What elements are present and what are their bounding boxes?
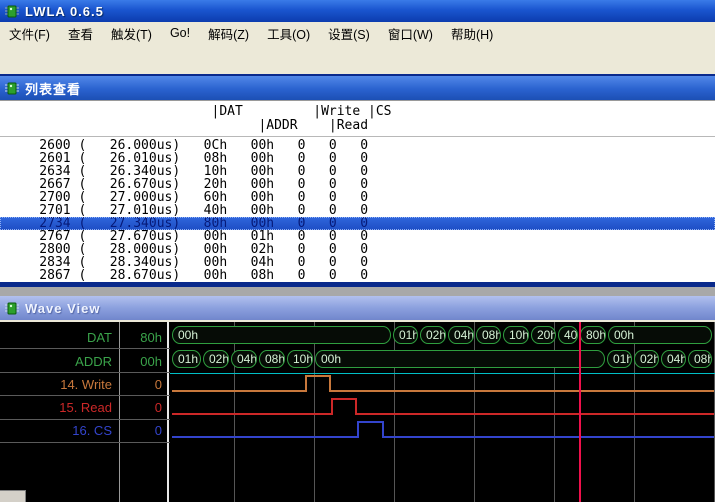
time-cursor[interactable] xyxy=(579,322,581,502)
bus-segment: 08h xyxy=(259,350,285,368)
bus-segment: 01h xyxy=(172,350,201,368)
bus-segment: 10h xyxy=(287,350,313,368)
bus-segment: 00h xyxy=(608,326,712,344)
wave-channel-value: 0 xyxy=(122,400,162,416)
signal-low-level xyxy=(357,413,714,415)
list-panel-title: 列表查看 xyxy=(25,79,81,98)
list-view: |DAT |Write |CS |ADDR |Read 2600 ( 26.00… xyxy=(0,100,715,283)
signal-low-level xyxy=(172,390,305,392)
menu-item[interactable]: 设置(S) xyxy=(319,21,379,46)
wave-channel-value: 0 xyxy=(122,423,162,439)
toolbar: − 10.00ns ▼ + GO 100% 1 2 xyxy=(0,44,715,75)
bus-segment: 40h xyxy=(558,326,578,344)
list-panel-titlebar: 列表查看 xyxy=(0,76,715,100)
wave-channel-label[interactable]: 16. CS xyxy=(0,423,112,439)
label-column-divider xyxy=(119,322,120,502)
app-chip-icon xyxy=(4,4,20,19)
list-header-line1: |DAT |Write |CS xyxy=(0,105,715,119)
list-row[interactable]: 2867 ( 28.670us) 00h 08h 0 0 0 xyxy=(0,269,715,282)
grid-line xyxy=(474,322,475,502)
bus-digital-divider xyxy=(170,373,715,374)
channel-row-divider xyxy=(0,395,170,396)
wave-channel-label[interactable]: 15. Read xyxy=(0,400,112,416)
list-header-divider xyxy=(0,136,715,137)
bus-segment: 02h xyxy=(634,350,659,368)
menu-item[interactable]: 帮助(H) xyxy=(442,21,502,46)
channel-row-divider xyxy=(0,372,170,373)
bus-segment: 01h xyxy=(393,326,418,344)
grid-line xyxy=(234,322,235,502)
app-window: LWLA 0.6.5 文件(F)查看触发(T)Go!解码(Z)工具(O)设置(S… xyxy=(0,0,715,502)
bus-segment: 02h xyxy=(420,326,446,344)
value-column-divider xyxy=(167,322,169,502)
panel-splitter[interactable] xyxy=(0,287,715,296)
bus-segment: 80h xyxy=(580,326,606,344)
bus-segment: 20h xyxy=(531,326,556,344)
wave-panel-title: Wave View xyxy=(25,301,100,316)
signal-low-level xyxy=(384,436,714,438)
list-panel-chip-icon xyxy=(4,81,20,96)
wave-channel-value: 80h xyxy=(122,330,162,346)
wave-channel-label[interactable]: DAT xyxy=(0,330,112,346)
signal-low-level xyxy=(172,436,357,438)
grid-line xyxy=(554,322,555,502)
wave-channel-value: 0 xyxy=(122,377,162,393)
menu-item[interactable]: 解码(Z) xyxy=(199,21,258,46)
wave-view: DAT80hADDR00h14. Write015. Read016. CS0 … xyxy=(0,322,715,502)
scroll-corner xyxy=(0,490,26,502)
window-titlebar: LWLA 0.6.5 xyxy=(0,0,715,22)
bus-segment: 08h xyxy=(476,326,501,344)
bus-segment: 08h xyxy=(688,350,712,368)
window-title: LWLA 0.6.5 xyxy=(25,4,104,19)
bus-segment: 04h xyxy=(448,326,474,344)
grid-line xyxy=(634,322,635,502)
waveform-plot[interactable]: 00h01h02h04h08h10h20h40h80h00h01h02h04h0… xyxy=(170,322,715,502)
channel-row-divider xyxy=(0,442,170,443)
grid-line xyxy=(394,322,395,502)
signal-pulse xyxy=(305,375,331,392)
bus-segment: 01h xyxy=(607,350,632,368)
bus-segment: 04h xyxy=(661,350,686,368)
bus-segment: 10h xyxy=(503,326,529,344)
signal-pulse xyxy=(331,398,357,415)
signal-pulse xyxy=(357,421,384,438)
grid-line xyxy=(314,322,315,502)
menu-item[interactable]: 文件(F) xyxy=(0,21,59,46)
menu-item[interactable]: 查看 xyxy=(59,21,102,46)
wave-panel-chip-icon xyxy=(4,301,20,316)
bus-segment: 00h xyxy=(315,350,605,368)
menu-item[interactable]: Go! xyxy=(161,23,199,43)
bus-segment: 02h xyxy=(203,350,229,368)
signal-low-level xyxy=(331,390,714,392)
channel-row-divider xyxy=(0,419,170,420)
wave-channel-label[interactable]: 14. Write xyxy=(0,377,112,393)
wave-panel-titlebar: Wave View xyxy=(0,296,715,320)
signal-low-level xyxy=(172,413,331,415)
wave-channel-value: 00h xyxy=(122,354,162,370)
channel-row-divider xyxy=(0,348,170,349)
bus-segment: 04h xyxy=(231,350,257,368)
menu-item[interactable]: 触发(T) xyxy=(102,21,161,46)
bus-segment: 00h xyxy=(172,326,391,344)
wave-channel-label[interactable]: ADDR xyxy=(0,354,112,370)
list-header-line2: |ADDR |Read xyxy=(0,119,715,133)
menu-item[interactable]: 工具(O) xyxy=(258,21,319,46)
menu-item[interactable]: 窗口(W) xyxy=(379,21,442,46)
menubar: 文件(F)查看触发(T)Go!解码(Z)工具(O)设置(S)窗口(W)帮助(H) xyxy=(0,22,715,45)
